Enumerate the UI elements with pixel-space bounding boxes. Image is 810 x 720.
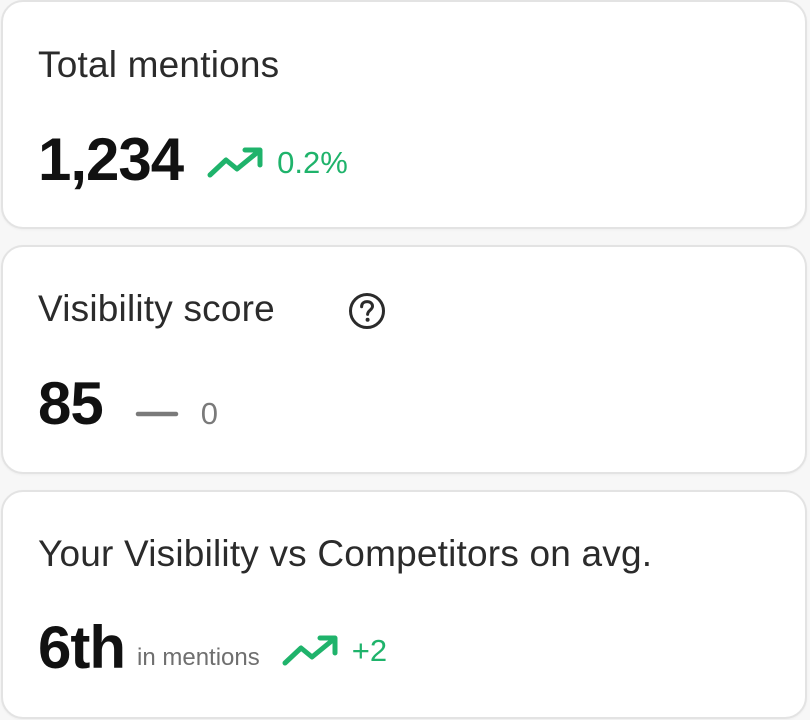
dash-icon	[135, 404, 191, 424]
trend-value: 0.2%	[277, 145, 348, 180]
card-title: Visibility score	[38, 288, 275, 329]
metric-value-row: 1,234 0.2%	[38, 124, 348, 196]
metrics-stack: Total mentions 1,234 0.2% Visibility sco…	[0, 0, 810, 720]
trending-up-icon	[282, 634, 352, 668]
trending-up-icon	[207, 146, 277, 180]
metric-value: 85	[38, 370, 104, 437]
metric-value: 1,234	[38, 126, 184, 193]
trend-value: 0	[200, 396, 218, 431]
competitor-rank-card: Your Visibility vs Competitors on avg. 6…	[1, 490, 807, 719]
card-title: Total mentions	[38, 44, 280, 85]
metric-value-row: 85 0	[38, 368, 218, 440]
trend-indicator: 0	[135, 396, 218, 432]
trend-indicator: 0.2%	[207, 145, 348, 181]
metric-sub-label: in mentions	[137, 644, 260, 671]
visibility-score-card: Visibility score 85 0	[1, 245, 807, 474]
metric-value-row: 6th in mentions +2	[38, 612, 387, 684]
question-circle-icon[interactable]	[347, 291, 387, 331]
total-mentions-card: Total mentions 1,234 0.2%	[1, 0, 807, 229]
card-title: Your Visibility vs Competitors on avg.	[38, 533, 653, 574]
trend-value: +2	[351, 633, 388, 668]
metric-value: 6th	[38, 614, 126, 681]
trend-indicator: +2	[282, 633, 387, 669]
